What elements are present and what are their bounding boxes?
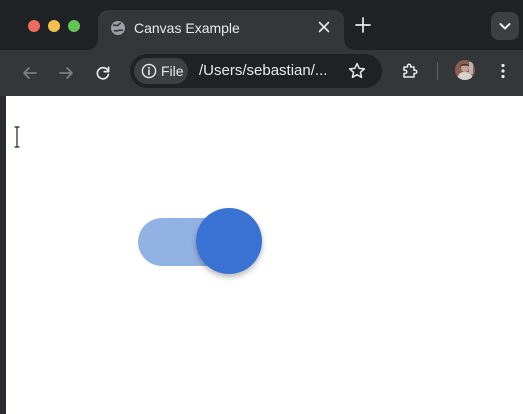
kebab-menu-icon[interactable] bbox=[493, 61, 513, 81]
close-icon[interactable] bbox=[316, 19, 332, 35]
text-cursor-icon bbox=[14, 126, 20, 148]
url-text[interactable]: /Users/sebastian/... bbox=[199, 61, 327, 81]
profile-avatar[interactable] bbox=[455, 60, 475, 80]
arrow-right-icon[interactable] bbox=[56, 63, 76, 83]
avatar-image bbox=[455, 60, 475, 80]
tab-canvas-example[interactable]: Canvas Example bbox=[88, 10, 354, 50]
tab-title: Canvas Example bbox=[134, 20, 240, 36]
close-window-button[interactable] bbox=[28, 20, 40, 32]
toolbar-divider bbox=[437, 62, 438, 80]
site-chip-label: File bbox=[161, 63, 184, 79]
star-icon[interactable] bbox=[347, 61, 367, 81]
info-icon bbox=[141, 63, 157, 79]
globe-icon bbox=[111, 21, 125, 35]
browser-window: Canvas Example File /Users/sebastian/... bbox=[0, 0, 523, 414]
title-bar: Canvas Example bbox=[0, 0, 523, 50]
arrow-left-icon[interactable] bbox=[20, 63, 40, 83]
reload-icon[interactable] bbox=[93, 63, 113, 83]
puzzle-icon[interactable] bbox=[400, 61, 420, 81]
plus-icon[interactable] bbox=[354, 16, 372, 34]
zoom-window-button[interactable] bbox=[68, 20, 80, 32]
page-content bbox=[6, 96, 523, 414]
tab-search-button[interactable] bbox=[491, 12, 519, 40]
minimize-window-button[interactable] bbox=[48, 20, 60, 32]
toggle-knob bbox=[196, 208, 262, 274]
chevron-down-icon bbox=[499, 23, 511, 30]
toggle-switch[interactable] bbox=[138, 208, 264, 278]
